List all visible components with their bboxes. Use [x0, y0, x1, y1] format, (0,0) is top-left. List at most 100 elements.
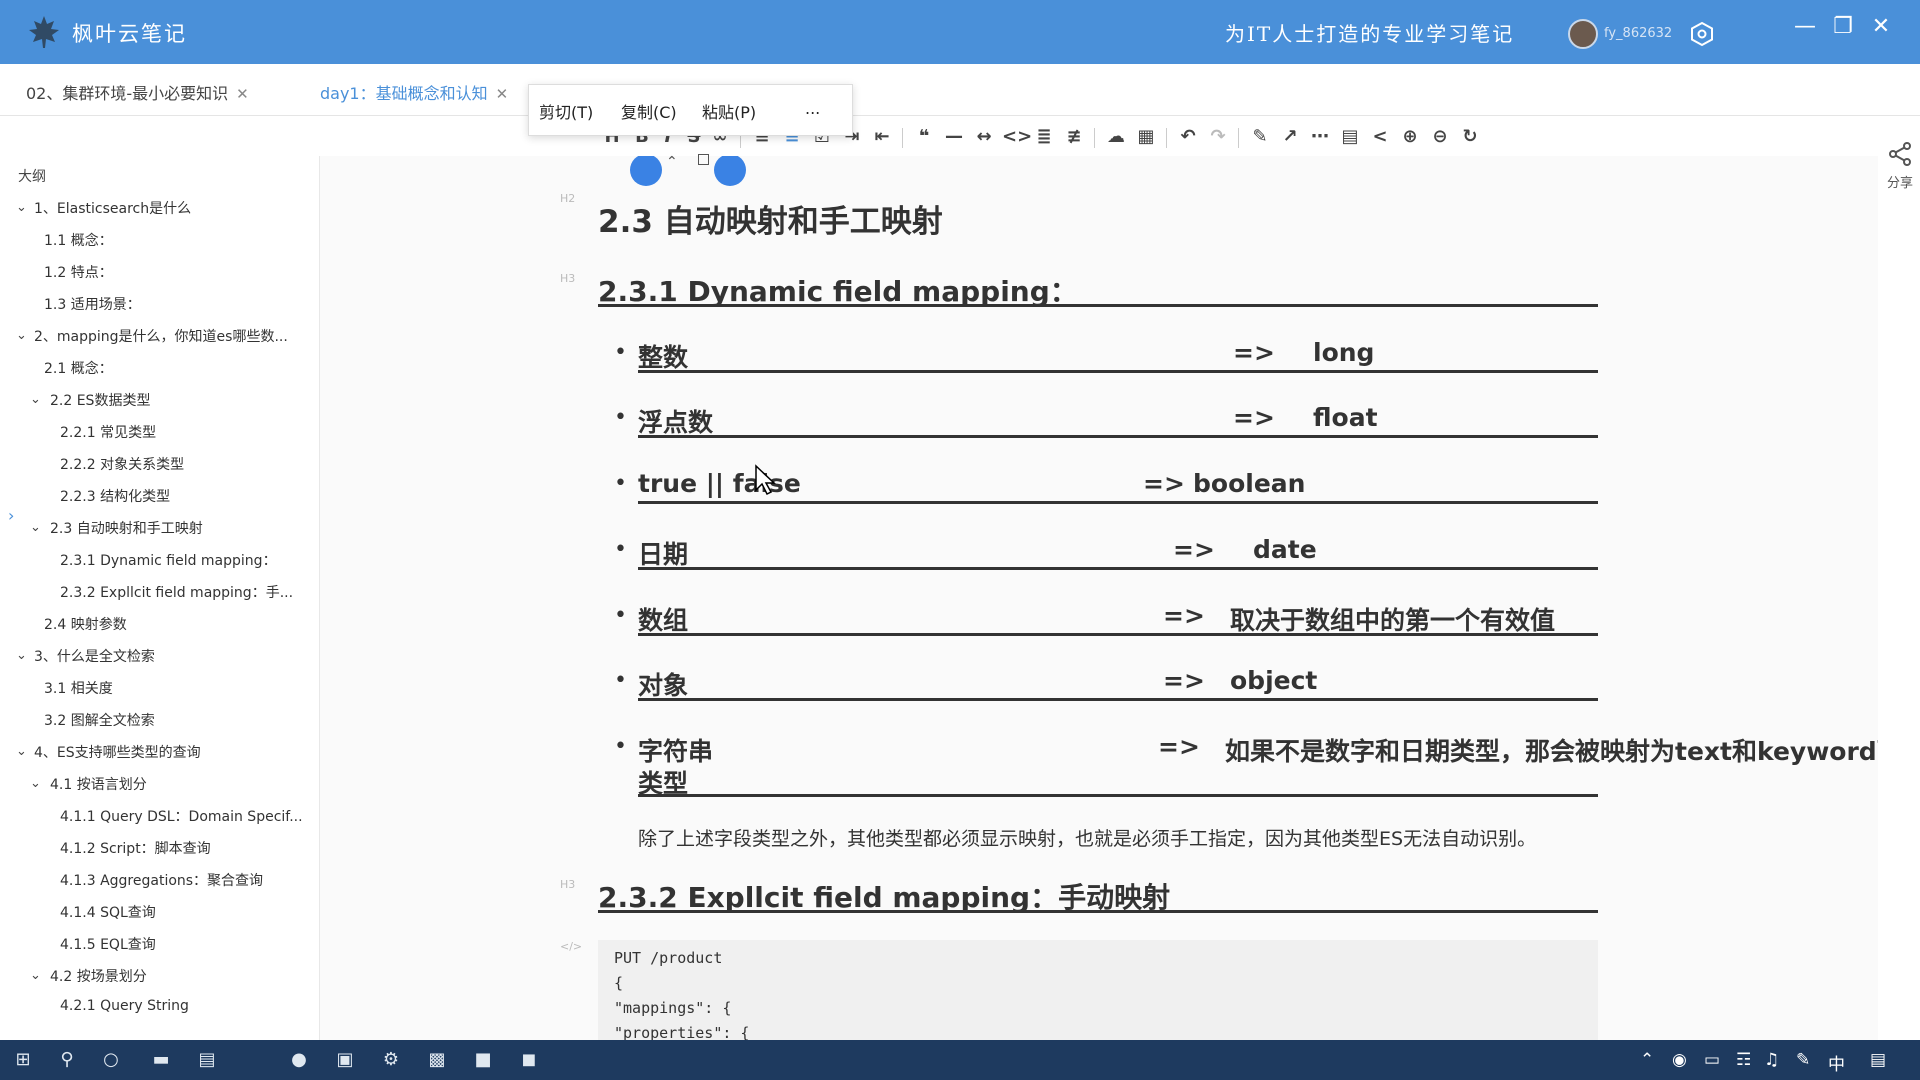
search-icon[interactable]: ⚲ — [54, 1048, 80, 1072]
redo-icon[interactable]: ↷ — [1206, 124, 1230, 150]
outline-item[interactable]: 2.3 自动映射和手工映射 — [50, 518, 203, 538]
tab-cluster-env[interactable]: 02、集群环境-最小必要知识 ✕ — [26, 80, 249, 104]
share-button[interactable]: 分享 — [1880, 140, 1920, 191]
close-window-button[interactable]: ✕ — [1864, 10, 1898, 44]
wrap-icon[interactable]: ≢ — [1062, 124, 1086, 150]
chevron-down-icon[interactable]: ⌄ — [16, 648, 27, 663]
outline-item[interactable]: 2.4 映射参数 — [44, 614, 127, 634]
selection-handle-right[interactable] — [714, 156, 746, 186]
volume-icon[interactable]: ♫ — [1764, 1050, 1779, 1070]
outline-item[interactable]: 4.1.5 EQL查询 — [60, 934, 156, 954]
notification-icon[interactable]: ▤ — [1870, 1050, 1886, 1070]
chevron-down-icon[interactable]: ⌄ — [30, 392, 41, 407]
taskbar-app-icon[interactable]: ▣ — [332, 1048, 358, 1072]
outline-item[interactable]: 2.2.1 常见类型 — [60, 422, 156, 442]
pen-icon[interactable]: ✎ — [1248, 124, 1272, 150]
chevron-up-icon[interactable]: ⌃ — [666, 154, 678, 170]
square-icon[interactable] — [698, 154, 709, 165]
outline-item[interactable]: 2.2.3 结构化类型 — [60, 486, 170, 506]
outline-item[interactable]: 1.1 概念： — [44, 230, 113, 250]
outline-item[interactable]: 4.1.3 Aggregations：聚合查询 — [60, 870, 263, 890]
taskbar-app-icon[interactable]: ■ — [470, 1048, 496, 1072]
taskbar-app-icon[interactable]: ◼ — [516, 1048, 542, 1072]
outline-item[interactable]: 2.2 ES数据类型 — [50, 390, 150, 410]
outline-item[interactable]: 4.2.1 Query String — [60, 998, 189, 1014]
chevron-down-icon[interactable]: ⌄ — [16, 328, 27, 343]
horizontal-rule-icon[interactable]: — — [942, 124, 966, 150]
inline-code-icon[interactable]: ↔ — [972, 124, 996, 150]
code-block[interactable]: PUT /product { "mappings": { "properties… — [598, 940, 1598, 1040]
menu-item-cut[interactable]: 剪切(T) — [539, 99, 593, 123]
outline-item[interactable]: 2.3.1 Dynamic field mapping： — [60, 550, 277, 570]
outline-item[interactable]: 4.1.1 Query DSL：Domain Specif... — [60, 806, 303, 826]
editor-area[interactable]: H2 2.3 自动映射和手工映射 H3 2.3.1 Dynamic field … — [320, 156, 1878, 1040]
outline-item[interactable]: 4.1 按语言划分 — [50, 774, 147, 794]
chevron-down-icon[interactable]: ⌄ — [30, 968, 41, 983]
selection-handle-left[interactable] — [630, 156, 662, 186]
username[interactable]: fy_862632 — [1604, 26, 1672, 41]
collapse-outline-icon[interactable]: › — [8, 506, 14, 525]
refresh-icon[interactable]: ↻ — [1458, 124, 1482, 150]
menu-item-copy[interactable]: 复制(C) — [621, 99, 677, 123]
close-tab-icon[interactable]: ✕ — [236, 85, 249, 103]
taskbar-app-icon[interactable]: ▩ — [424, 1048, 450, 1072]
chevron-down-icon[interactable]: ⌄ — [30, 520, 41, 535]
settings-hex-icon[interactable] — [1688, 20, 1716, 48]
code-block-icon[interactable]: <> — [1002, 124, 1032, 150]
outline-item[interactable]: 2.2.2 对象关系类型 — [60, 454, 184, 474]
outline-item[interactable]: 1、Elasticsearch是什么 — [34, 198, 191, 218]
list-item[interactable]: 数组 => 取决于数组中的第一个有效值 — [638, 601, 1555, 637]
outline-item[interactable]: 4.1.4 SQL查询 — [60, 902, 156, 922]
outdent-icon[interactable]: ⇤ — [870, 124, 894, 150]
ime-indicator[interactable]: 中 — [1828, 1050, 1845, 1075]
outline-item[interactable]: 1.2 特点： — [44, 262, 113, 282]
outline-item[interactable]: 4.1.2 Script：脚本查询 — [60, 838, 211, 858]
menu-item-more[interactable]: ... — [805, 99, 820, 118]
windows-start-icon[interactable]: ⊞ — [10, 1048, 36, 1072]
outline-item[interactable]: 1.3 适用场景： — [44, 294, 141, 314]
taskbar-app-icon[interactable]: ⚙ — [378, 1048, 404, 1072]
tray-app-icon[interactable]: ◉ — [1672, 1050, 1687, 1070]
chevron-up-icon[interactable]: ⌃ — [1640, 1050, 1654, 1070]
cloud-upload-icon[interactable]: ☁ — [1104, 124, 1128, 150]
close-tab-icon[interactable]: ✕ — [496, 85, 509, 103]
minimize-button[interactable]: — — [1788, 10, 1822, 44]
share-node-icon[interactable]: < — [1368, 124, 1392, 150]
align-icon[interactable]: ≣ — [1032, 124, 1056, 150]
outline-item[interactable]: 2、mapping是什么，你知道es哪些数... — [34, 326, 288, 346]
table-icon[interactable]: ▦ — [1134, 124, 1158, 150]
taskbar-app-icon[interactable]: ▬ — [148, 1048, 174, 1072]
list-item[interactable]: 日期 => date — [638, 535, 1317, 571]
chevron-down-icon[interactable]: ⌄ — [16, 744, 27, 759]
zoom-out-icon[interactable]: ⊖ — [1428, 124, 1452, 150]
zoom-in-icon[interactable]: ⊕ — [1398, 124, 1422, 150]
chevron-down-icon[interactable]: ⌄ — [16, 200, 27, 215]
outline-item[interactable]: 4.2 按场景划分 — [50, 966, 147, 986]
copy-doc-icon[interactable]: ▤ — [1338, 124, 1362, 150]
list-item[interactable]: 对象 => object — [638, 666, 1317, 702]
pen-icon[interactable]: ✎ — [1796, 1050, 1810, 1070]
external-link-icon[interactable]: ↗ — [1278, 124, 1302, 150]
taskbar-app-icon[interactable]: ▤ — [194, 1048, 220, 1072]
battery-icon[interactable]: ▭ — [1704, 1050, 1720, 1070]
chevron-down-icon[interactable]: ⌄ — [30, 776, 41, 791]
restore-button[interactable]: ❐ — [1826, 10, 1860, 44]
network-icon[interactable]: ☶ — [1736, 1050, 1751, 1070]
list-item[interactable]: 整数 => long — [638, 338, 1374, 374]
outline-item[interactable]: 4、ES支持哪些类型的查询 — [34, 742, 201, 762]
quote-icon[interactable]: ❝ — [912, 124, 936, 150]
tab-day1[interactable]: day1：基础概念和认知 ✕ — [320, 80, 508, 104]
outline-item[interactable]: 3、什么是全文检索 — [34, 646, 155, 666]
heading-2-3[interactable]: 2.3 自动映射和手工映射 — [598, 196, 943, 241]
undo-icon[interactable]: ↶ — [1176, 124, 1200, 150]
cortana-icon[interactable]: ○ — [98, 1048, 124, 1072]
more-icon[interactable]: ⋯ — [1308, 124, 1332, 150]
menu-item-paste[interactable]: 粘贴(P) — [702, 99, 756, 123]
outline-item[interactable]: 2.3.2 Expllcit field mapping：手... — [60, 582, 293, 602]
outline-item[interactable]: 3.2 图解全文检索 — [44, 710, 155, 730]
taskbar-app-icon[interactable]: ● — [286, 1048, 312, 1072]
list-item[interactable]: 字符串 => 如果不是数字和日期类型，那会被映射为text和keyword两个 — [638, 732, 1878, 768]
list-item[interactable]: 浮点数 => float — [638, 403, 1378, 439]
paragraph[interactable]: 除了上述字段类型之外，其他类型都必须显示映射，也就是必须手工指定，因为其他类型E… — [638, 824, 1536, 851]
outline-item[interactable]: 2.1 概念： — [44, 358, 113, 378]
